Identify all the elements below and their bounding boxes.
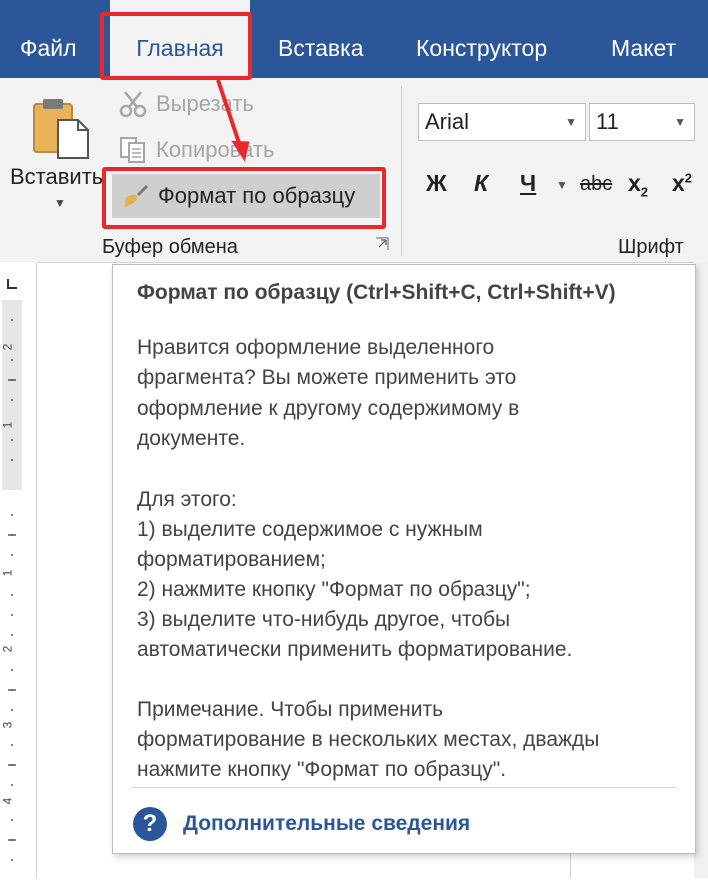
paste-button-label[interactable]: Вставить (10, 164, 103, 190)
bold-button[interactable]: Ж (426, 170, 447, 197)
ruler-number: 2 (0, 343, 15, 351)
superscript-base: x (672, 170, 685, 196)
tab-layout[interactable]: Макет (611, 0, 676, 78)
tooltip-text: Примечание. Чтобы применить (137, 698, 444, 721)
group-separator (401, 86, 402, 256)
ruler-number: 2 (0, 645, 15, 653)
tab-insert[interactable]: Вставка (278, 0, 364, 78)
tab-design[interactable]: Конструктор (416, 0, 547, 78)
ruler-number: 4 (0, 797, 15, 805)
dialog-launcher-icon[interactable] (374, 236, 390, 252)
subscript-base: x (628, 170, 641, 196)
more-info-label: Дополнительные сведения (183, 812, 471, 835)
clipboard-group-label: Буфер обмена (102, 236, 238, 258)
superscript-button[interactable]: x2 (672, 170, 692, 197)
cut-button[interactable]: Вырезать (118, 90, 254, 118)
tab-stop-selector[interactable] (6, 278, 18, 290)
underline-dropdown[interactable]: ▼ (556, 178, 568, 192)
subscript-button[interactable]: x2 (628, 170, 648, 200)
tooltip-divider (131, 787, 677, 788)
scissors-icon (119, 91, 147, 118)
document-scroll-area (694, 262, 708, 878)
italic-button[interactable]: К (474, 170, 488, 197)
chevron-down-icon[interactable]: ▼ (674, 104, 686, 140)
tooltip-text: форматированием; (137, 548, 326, 571)
tooltip-text: фрагмента? Вы можете применить это (137, 366, 517, 389)
tooltip-text: автоматически применить форматирование. (137, 638, 573, 661)
chevron-down-icon[interactable]: ▼ (565, 104, 577, 140)
ruler-number: 3 (0, 721, 15, 729)
tooltip-text: Для этого: (137, 488, 237, 511)
highlight-frame-format-painter (102, 167, 386, 229)
font-group-label: Шрифт (618, 236, 684, 258)
question-circle-icon: ? (133, 807, 167, 841)
tooltip-text: документе. (137, 427, 246, 450)
more-info-link[interactable]: ? Дополнительные сведения (133, 807, 470, 841)
tooltip-text: 1) выделите содержимое с нужным (137, 518, 483, 541)
tooltip-text: оформление к другому содержимому в (137, 397, 520, 420)
subscript-index: 2 (640, 184, 649, 200)
font-name-combo[interactable]: Arial ▼ (418, 103, 586, 141)
copy-icon (120, 137, 145, 163)
font-name-value: Arial (425, 109, 470, 134)
superscript-index: 2 (684, 170, 693, 186)
document-divider (570, 850, 571, 878)
font-size-value: 11 (596, 109, 619, 134)
highlight-frame-home-tab (100, 12, 252, 80)
tab-file[interactable]: Файл (20, 0, 77, 78)
ruler-number: 1 (0, 569, 15, 577)
tooltip-text: 2) нажмите кнопку "Формат по образцу"; (137, 578, 531, 601)
clipboard-paste-icon[interactable] (30, 96, 94, 160)
format-painter-tooltip: Формат по образцу (Ctrl+Shift+C, Ctrl+Sh… (112, 264, 696, 854)
copy-button[interactable]: Копировать (118, 136, 274, 164)
ruler-number: 1 (0, 421, 15, 429)
tooltip-title: Формат по образцу (Ctrl+Shift+C, Ctrl+Sh… (137, 281, 616, 304)
cut-label: Вырезать (156, 91, 254, 116)
tooltip-text: Нравится оформление выделенного (137, 336, 495, 359)
tooltip-text: 3) выделите что-нибудь другое, чтобы (137, 608, 511, 631)
strikethrough-button[interactable]: abc (580, 173, 612, 196)
underline-button[interactable]: Ч (520, 170, 536, 197)
ruler-ticks (2, 300, 22, 861)
tooltip-text: нажмите кнопку "Формат по образцу". (137, 758, 507, 781)
tooltip-text: форматирование в нескольких местах, дваж… (137, 728, 600, 751)
font-size-combo[interactable]: 11 ▼ (589, 103, 695, 141)
copy-label: Копировать (156, 137, 275, 162)
paste-options-dropdown[interactable]: ▼ (54, 196, 66, 210)
